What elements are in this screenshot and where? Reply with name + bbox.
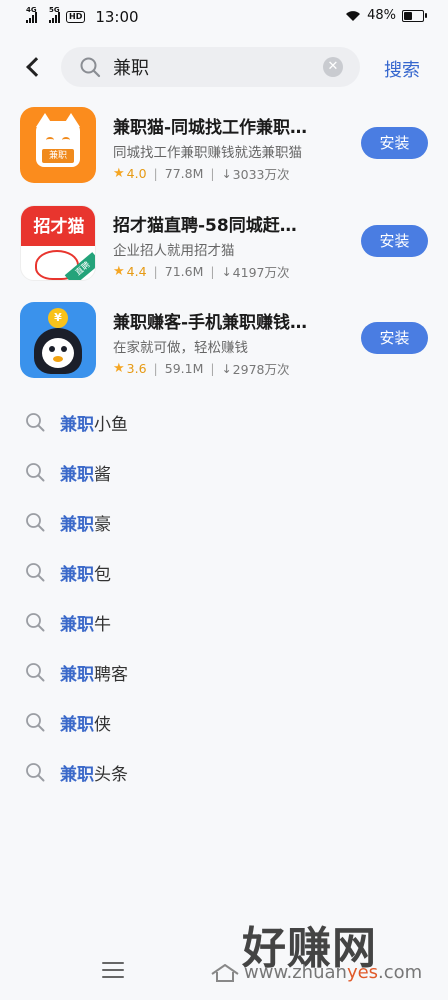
app-size: 77.8M bbox=[164, 166, 204, 181]
search-icon bbox=[26, 763, 45, 782]
cat-icon[interactable]: 兼职 bbox=[20, 107, 96, 183]
divider: | bbox=[210, 264, 215, 279]
status-bar: 4G 5G HD 13:00 48% bbox=[0, 0, 448, 34]
divider: | bbox=[153, 361, 158, 376]
coin-icon: ¥ bbox=[48, 308, 68, 328]
search-icon bbox=[80, 57, 101, 78]
divider: | bbox=[153, 166, 158, 181]
search-icon bbox=[26, 513, 45, 532]
app-meta: ★ 3.6 | 59.1M | ↓ 2978万次 bbox=[113, 359, 289, 378]
app-result[interactable]: 招才猫 直聘 招才猫直聘-58同城赶… 企业招人就用招才猫 ★ 4.4 | 71… bbox=[0, 205, 448, 289]
suggestion-item[interactable]: 兼职包 bbox=[0, 552, 448, 592]
clear-search-button[interactable]: ✕ bbox=[323, 57, 343, 77]
suggestion-item[interactable]: 兼职聘客 bbox=[0, 652, 448, 692]
app-meta: ★ 4.0 | 77.8M | ↓ 3033万次 bbox=[113, 164, 289, 183]
suggestion-item[interactable]: 兼职酱 bbox=[0, 452, 448, 492]
search-icon bbox=[26, 413, 45, 432]
suggestion-text: 兼职豪 bbox=[60, 515, 111, 535]
app-downloads: 3033万次 bbox=[232, 167, 290, 182]
app-title: 兼职猫-同城找工作兼职… bbox=[113, 118, 308, 138]
suggestion-item[interactable]: 兼职头条 bbox=[0, 752, 448, 792]
app-icon-badge: 兼职 bbox=[42, 149, 74, 163]
suggestion-text: 兼职牛 bbox=[60, 615, 111, 635]
suggestion-item[interactable]: 兼职豪 bbox=[0, 502, 448, 542]
watermark-url: www.zhuanyes.com bbox=[244, 962, 423, 983]
app-size: 71.6M bbox=[164, 264, 204, 279]
app-downloads: 2978万次 bbox=[232, 362, 290, 377]
suggestion-item[interactable]: 兼职牛 bbox=[0, 602, 448, 642]
suggestion-text: 兼职侠 bbox=[60, 715, 111, 735]
app-size: 59.1M bbox=[164, 361, 204, 376]
app-icon-text: 招才猫 bbox=[21, 206, 95, 246]
download-icon: ↓ bbox=[221, 361, 232, 376]
search-icon bbox=[26, 563, 45, 582]
app-description: 企业招人就用招才猫 bbox=[113, 243, 235, 259]
star-icon: ★ bbox=[113, 264, 125, 279]
install-button[interactable]: 安装 bbox=[361, 322, 428, 354]
battery-percent: 48% bbox=[367, 8, 396, 23]
lucky-cat-icon[interactable]: 招才猫 直聘 bbox=[20, 205, 96, 281]
suggestion-item[interactable]: 兼职侠 bbox=[0, 702, 448, 742]
search-icon bbox=[26, 663, 45, 682]
suggestion-text: 兼职小鱼 bbox=[60, 415, 128, 435]
app-description: 同城找工作兼职赚钱就选兼职猫 bbox=[113, 145, 302, 161]
battery-icon bbox=[402, 9, 427, 22]
app-description: 在家就可做，轻松赚钱 bbox=[113, 340, 248, 356]
divider: | bbox=[210, 361, 215, 376]
search-icon bbox=[26, 613, 45, 632]
star-icon: ★ bbox=[113, 361, 125, 376]
app-result[interactable]: 兼职 兼职猫-同城找工作兼职… 同城找工作兼职赚钱就选兼职猫 ★ 4.0 | 7… bbox=[0, 107, 448, 191]
app-result[interactable]: ¥ 兼职赚客-手机兼职赚钱… 在家就可做，轻松赚钱 ★ 3.6 | 59.1M … bbox=[0, 302, 448, 386]
cell-signal-icon: 5G bbox=[49, 6, 60, 23]
home-icon bbox=[211, 964, 239, 982]
divider: | bbox=[153, 264, 158, 279]
search-bar[interactable]: ✕ bbox=[61, 47, 360, 87]
suggestion-text: 兼职聘客 bbox=[60, 665, 128, 685]
status-time: 13:00 bbox=[95, 8, 139, 26]
download-icon: ↓ bbox=[221, 264, 232, 279]
app-downloads: 4197万次 bbox=[232, 265, 290, 280]
back-button[interactable] bbox=[18, 52, 48, 82]
app-title: 招才猫直聘-58同城赶… bbox=[113, 216, 297, 236]
search-icon bbox=[26, 463, 45, 482]
search-input[interactable] bbox=[113, 47, 313, 87]
app-title: 兼职赚客-手机兼职赚钱… bbox=[113, 313, 308, 333]
divider: | bbox=[210, 166, 215, 181]
penguin-icon[interactable]: ¥ bbox=[20, 302, 96, 378]
app-rating: 4.4 bbox=[126, 264, 147, 279]
install-button[interactable]: 安装 bbox=[361, 225, 428, 257]
suggestion-text: 兼职酱 bbox=[60, 465, 111, 485]
cell-signal-icon: 4G bbox=[26, 6, 37, 23]
download-icon: ↓ bbox=[221, 166, 232, 181]
app-meta: ★ 4.4 | 71.6M | ↓ 4197万次 bbox=[113, 262, 289, 281]
wifi-icon bbox=[346, 10, 361, 21]
suggestion-text: 兼职头条 bbox=[60, 765, 128, 785]
app-rating: 3.6 bbox=[126, 361, 147, 376]
app-rating: 4.0 bbox=[126, 166, 147, 181]
suggestion-text: 兼职包 bbox=[60, 565, 111, 585]
star-icon: ★ bbox=[113, 166, 125, 181]
menu-icon[interactable] bbox=[102, 962, 124, 978]
search-icon bbox=[26, 713, 45, 732]
hd-voice-icon: HD bbox=[66, 11, 86, 23]
install-button[interactable]: 安装 bbox=[361, 127, 428, 159]
search-submit-button[interactable]: 搜索 bbox=[384, 56, 420, 82]
suggestion-item[interactable]: 兼职小鱼 bbox=[0, 402, 448, 442]
